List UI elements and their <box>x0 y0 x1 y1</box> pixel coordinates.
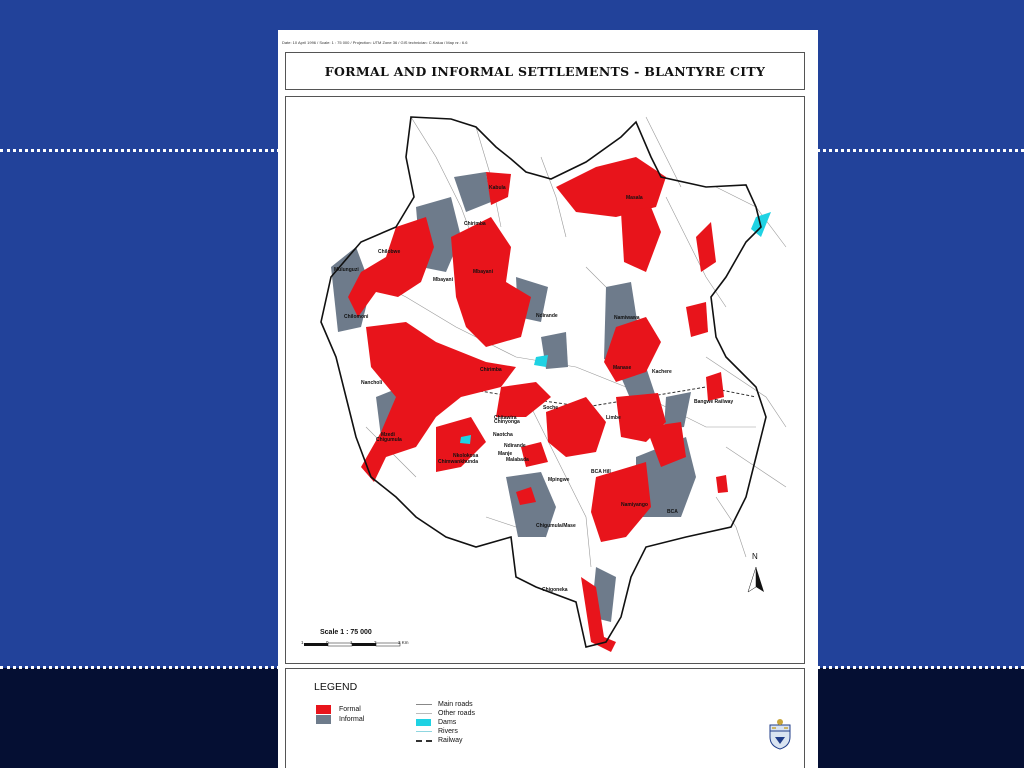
legend: LEGEND Formal Informal Main roads Other … <box>285 668 805 768</box>
place-label: Chirimba <box>464 221 486 227</box>
river-line-icon <box>416 731 432 732</box>
legend-title: LEGEND <box>314 681 358 693</box>
place-label: Kachere <box>652 369 672 375</box>
place-label: Masala <box>626 195 643 201</box>
dam-swatch-icon <box>416 719 431 726</box>
place-label: Chigumula/Mase <box>536 523 576 529</box>
place-label: Ndirande <box>536 313 558 319</box>
place-label: Chilobwe <box>378 249 401 255</box>
legend-label: Railway <box>438 737 463 744</box>
place-label: Kabula <box>489 185 506 191</box>
place-label: Chilomoni <box>344 314 369 320</box>
place-label: BCA Hill <box>591 469 611 475</box>
place-label: Bangwe Railway <box>694 399 734 405</box>
legend-label: Main roads <box>438 701 473 708</box>
place-label: Mulunguzi <box>334 267 359 273</box>
map-title-box: FORMAL AND INFORMAL SETTLEMENTS - BLANTY… <box>285 52 805 90</box>
place-label: Manje <box>498 451 513 457</box>
legend-label: Rivers <box>438 728 458 735</box>
place-label: Namiyango <box>621 502 648 508</box>
legend-item-dams: Dams <box>416 719 456 726</box>
map-sheet: Date: 10 April 1996 / Scale: 1 : 75 000 … <box>278 30 818 768</box>
railway-line-icon <box>416 739 432 742</box>
scale-tick-label: 2 <box>374 640 377 645</box>
scale-tick-label: 1 <box>301 640 304 645</box>
place-label: Chimwankhunda <box>438 459 479 465</box>
map-metadata: Date: 10 April 1996 / Scale: 1 : 75 000 … <box>282 40 468 45</box>
main-road-line-icon <box>416 704 432 705</box>
legend-label: Formal <box>339 706 361 713</box>
informal-swatch-icon <box>316 715 331 724</box>
map-frame: Kabula Chilomoni Chilobwe Malabada Mbaya… <box>285 96 805 664</box>
formal-swatch-icon <box>316 705 331 714</box>
scale-tick-label: 0 <box>326 640 329 645</box>
legend-label: Dams <box>438 719 457 726</box>
place-label: BCA <box>667 509 678 515</box>
place-label: Nancholi <box>361 380 383 386</box>
place-label: Chitawira <box>494 415 517 421</box>
legend-item-formal: Formal <box>316 705 361 714</box>
scale-tick-label: 3 Km <box>398 640 409 645</box>
place-label: Mpingwe <box>548 477 570 483</box>
legend-item-railway: Railway <box>416 737 463 744</box>
legend-item-rivers: Rivers <box>416 728 458 735</box>
place-label: Ndirande <box>504 443 526 449</box>
place-label: Malabada <box>506 457 529 463</box>
legend-label: Informal <box>339 716 365 723</box>
city-crest-icon <box>769 719 791 750</box>
legend-item-main-roads: Main roads <box>416 701 473 708</box>
legend-item-other-roads: Other roads <box>416 710 475 717</box>
legend-item-informal: Informal <box>316 715 364 724</box>
place-label: Mbayani <box>473 269 494 275</box>
place-label: Namiwawa <box>614 315 640 321</box>
north-arrow-icon <box>747 566 764 593</box>
place-label: Limbe <box>606 415 621 421</box>
place-label: Chigoneka <box>542 587 568 593</box>
place-label: Soche <box>543 405 559 411</box>
map-title: FORMAL AND INFORMAL SETTLEMENTS - BLANTY… <box>324 63 766 79</box>
place-label: Naotcha <box>493 432 513 438</box>
other-road-line-icon <box>416 713 432 714</box>
scale-tick-label: 1 <box>350 640 353 645</box>
place-label: Manase <box>613 365 632 371</box>
place-label: Mzedi <box>381 432 395 438</box>
place-label: Chirimba <box>480 367 502 373</box>
legend-label: Other roads <box>438 710 475 717</box>
north-label: N <box>752 552 758 561</box>
scale-label: Scale 1 : 75 000 <box>320 629 372 636</box>
place-label: Mbayani <box>433 277 454 283</box>
